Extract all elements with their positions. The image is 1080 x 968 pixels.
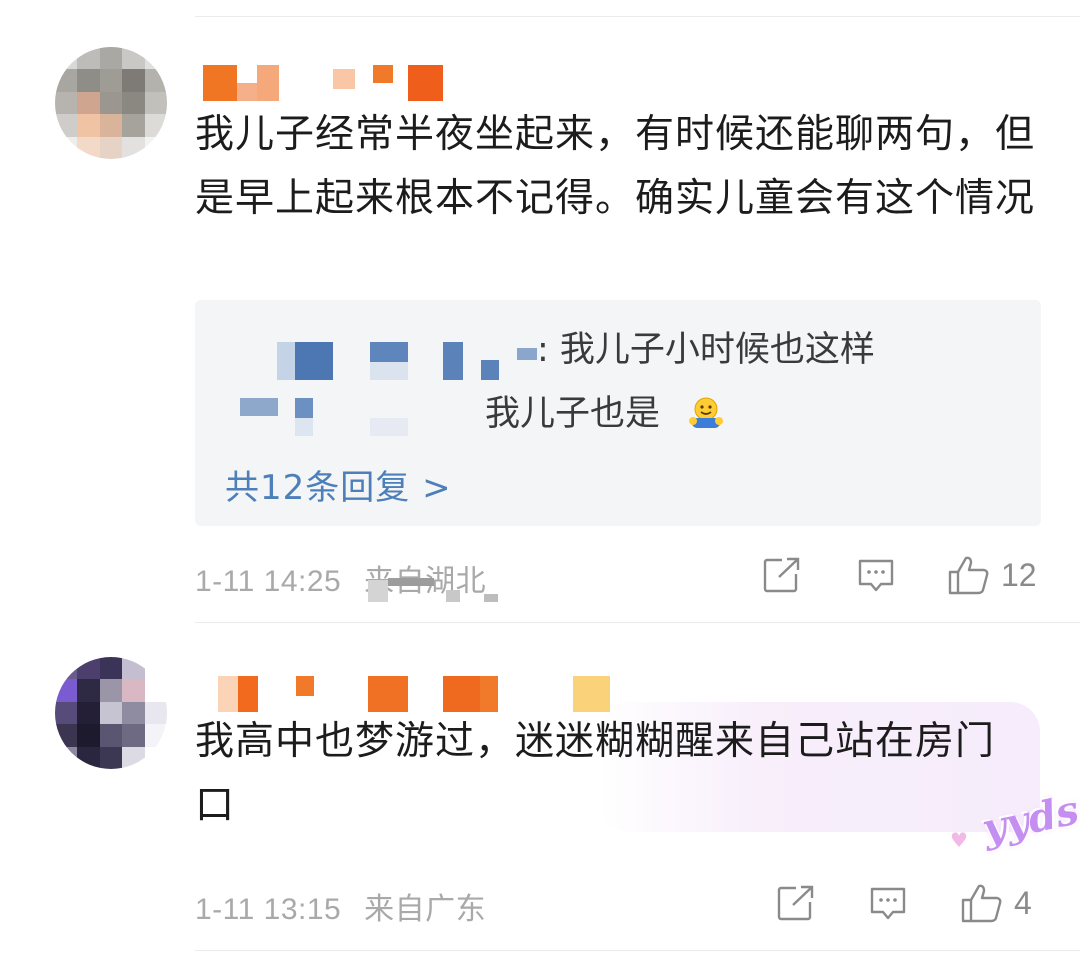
reply-username-mosaic[interactable] (240, 398, 278, 416)
like-count: 4 (1014, 884, 1032, 921)
username-mosaic[interactable] (203, 65, 443, 101)
comment-meta: 1-11 14:25 来自湖北 (195, 556, 486, 600)
hug-emoji (687, 396, 725, 430)
share-button[interactable] (762, 556, 802, 594)
reply-text: : 我儿子小时候也这样 (537, 330, 875, 370)
comment-divider (195, 950, 1080, 951)
comment-text: 我儿子经常半夜坐起来，有时候还能聊两句，但是早上起来根本不记得。确实儿童会有这个… (195, 112, 1036, 221)
more-replies-link[interactable]: 共12条回复 > (225, 460, 452, 509)
like-icon (948, 556, 989, 595)
avatar[interactable] (55, 657, 167, 769)
comment-meta: 1-11 13:15 来自广东 (195, 884, 486, 928)
reply-preview-box[interactable]: : 我儿子小时候也这样 我儿子也是 共12条回复 > (195, 300, 1041, 526)
heart-icon: ♥ (950, 828, 968, 852)
comment-button[interactable] (868, 884, 908, 924)
comment-icon (870, 887, 906, 920)
top-divider (195, 16, 1080, 17)
comment-icon (858, 559, 894, 592)
like-button[interactable]: 4 (960, 882, 1032, 924)
share-button[interactable] (776, 884, 816, 922)
location: 来自广东 (364, 893, 487, 926)
username-mosaic[interactable] (218, 676, 610, 712)
reply-text: 我儿子也是 (485, 394, 661, 434)
like-icon (961, 884, 1002, 923)
share-icon (763, 557, 800, 593)
like-button[interactable]: 12 (947, 554, 1037, 596)
comment-text: 我高中也梦游过，迷迷糊糊醒来自己站在房门口 (195, 719, 996, 828)
timestamp: 1-11 13:15 (195, 893, 342, 926)
share-icon (777, 885, 814, 921)
reply-username-mosaic[interactable] (277, 342, 295, 380)
timestamp: 1-11 14:25 (195, 565, 342, 598)
avatar[interactable] (55, 47, 167, 159)
comment-button[interactable] (856, 556, 896, 596)
comment-divider (195, 622, 1080, 623)
like-count: 12 (1001, 556, 1037, 593)
